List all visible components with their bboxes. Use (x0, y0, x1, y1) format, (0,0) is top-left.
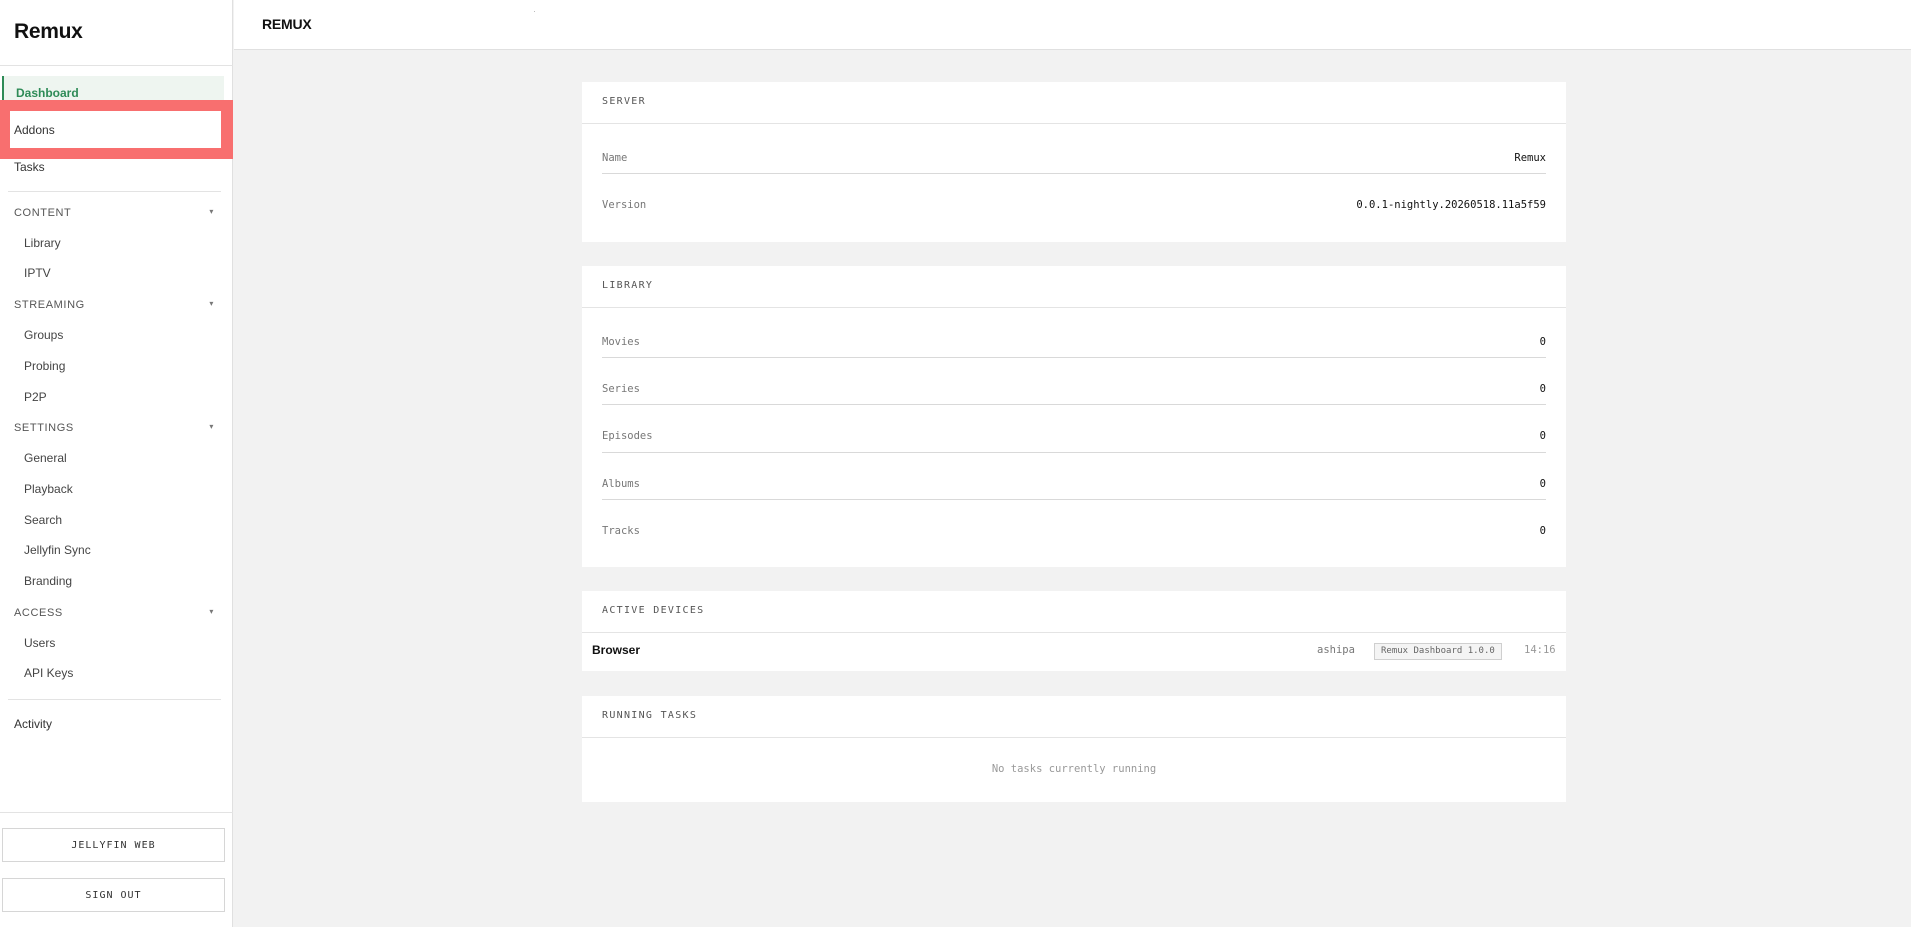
jellyfin-web-button[interactable]: JELLYFIN WEB (2, 828, 225, 862)
chevron-down-icon: ▾ (209, 207, 214, 216)
divider (602, 404, 1546, 405)
chevron-down-icon: ▾ (209, 299, 214, 308)
device-name: Browser (592, 643, 641, 657)
divider (602, 173, 1546, 174)
device-user: ashipa (1317, 644, 1355, 656)
brand-logo: Remux (14, 20, 83, 43)
divider (582, 123, 1566, 124)
library-row-label: Series (602, 383, 640, 395)
sidebar-item-tasks[interactable]: Tasks (14, 160, 45, 174)
device-client-badge: Remux Dashboard 1.0.0 (1374, 643, 1502, 660)
sidebar-item-users[interactable]: Users (24, 636, 55, 650)
section-title: STREAMING (14, 299, 85, 311)
divider (8, 699, 221, 700)
divider (0, 812, 233, 813)
section-header-streaming[interactable]: STREAMING ▾ (14, 299, 214, 311)
device-time: 14:16 (1524, 644, 1556, 656)
sidebar-item-branding[interactable]: Branding (24, 574, 72, 588)
library-row-label: Tracks (602, 525, 640, 537)
library-row-value: 0 (1539, 336, 1546, 348)
section-title: SETTINGS (14, 422, 74, 434)
library-row-label: Episodes (602, 430, 653, 442)
top-header: REMUX (234, 0, 1911, 50)
decorative-dot (534, 11, 535, 12)
sidebar-item-addons[interactable]: Addons (10, 111, 221, 148)
divider (582, 307, 1566, 308)
library-row-label: Movies (602, 336, 640, 348)
card-title: ACTIVE DEVICES (602, 605, 705, 616)
section-header-content[interactable]: CONTENT ▾ (14, 207, 214, 219)
sidebar-item-label: Addons (14, 123, 55, 137)
page-title: REMUX (262, 16, 312, 32)
active-devices-card: ACTIVE DEVICES Browser ashipa Remux Dash… (582, 591, 1566, 671)
library-row-value: 0 (1539, 478, 1546, 490)
section-title: ACCESS (14, 607, 63, 619)
server-card: SERVER Name Remux Version 0.0.1-nightly.… (582, 82, 1566, 242)
sign-out-button[interactable]: SIGN OUT (2, 878, 225, 912)
divider (8, 191, 221, 192)
server-version-label: Version (602, 199, 647, 211)
card-title: RUNNING TASKS (602, 710, 698, 721)
library-row-value: 0 (1539, 383, 1546, 395)
library-row-label: Albums (602, 478, 640, 490)
divider (602, 452, 1546, 453)
sidebar-item-library[interactable]: Library (24, 236, 61, 250)
divider (602, 499, 1546, 500)
library-card: LIBRARY Movies 0 Series 0 Episodes 0 Alb… (582, 266, 1566, 567)
card-title: SERVER (602, 96, 646, 107)
server-version-value: 0.0.1-nightly.20260518.11a5f59 (1356, 199, 1546, 211)
section-title: CONTENT (14, 207, 72, 219)
server-name-label: Name (602, 152, 628, 164)
sidebar-item-groups[interactable]: Groups (24, 328, 63, 342)
sidebar-item-general[interactable]: General (24, 451, 67, 465)
divider (0, 65, 233, 66)
divider (582, 737, 1566, 738)
sidebar-item-api-keys[interactable]: API Keys (24, 666, 73, 680)
sidebar-item-label: Dashboard (16, 86, 79, 100)
sidebar-item-p2p[interactable]: P2P (24, 390, 47, 404)
sidebar-item-playback[interactable]: Playback (24, 482, 73, 496)
sidebar-item-iptv[interactable]: IPTV (24, 266, 51, 280)
empty-state-message: No tasks currently running (991, 763, 1157, 775)
card-title: LIBRARY (602, 280, 654, 291)
library-row-value: 0 (1539, 525, 1546, 537)
divider (602, 357, 1546, 358)
sidebar-item-activity[interactable]: Activity (14, 717, 52, 731)
section-header-settings[interactable]: SETTINGS ▾ (14, 422, 214, 434)
library-row-value: 0 (1539, 430, 1546, 442)
section-header-access[interactable]: ACCESS ▾ (14, 607, 214, 619)
divider (582, 632, 1566, 633)
sidebar-item-probing[interactable]: Probing (24, 359, 65, 373)
sidebar-item-search[interactable]: Search (24, 513, 62, 527)
server-name-value: Remux (1514, 152, 1546, 164)
chevron-down-icon: ▾ (209, 422, 214, 431)
chevron-down-icon: ▾ (209, 607, 214, 616)
sidebar-item-jellyfin-sync[interactable]: Jellyfin Sync (24, 543, 91, 557)
running-tasks-card: RUNNING TASKS No tasks currently running (582, 696, 1566, 802)
sidebar: Remux Dashboard Addons Tasks CONTENT ▾ L… (0, 0, 233, 927)
